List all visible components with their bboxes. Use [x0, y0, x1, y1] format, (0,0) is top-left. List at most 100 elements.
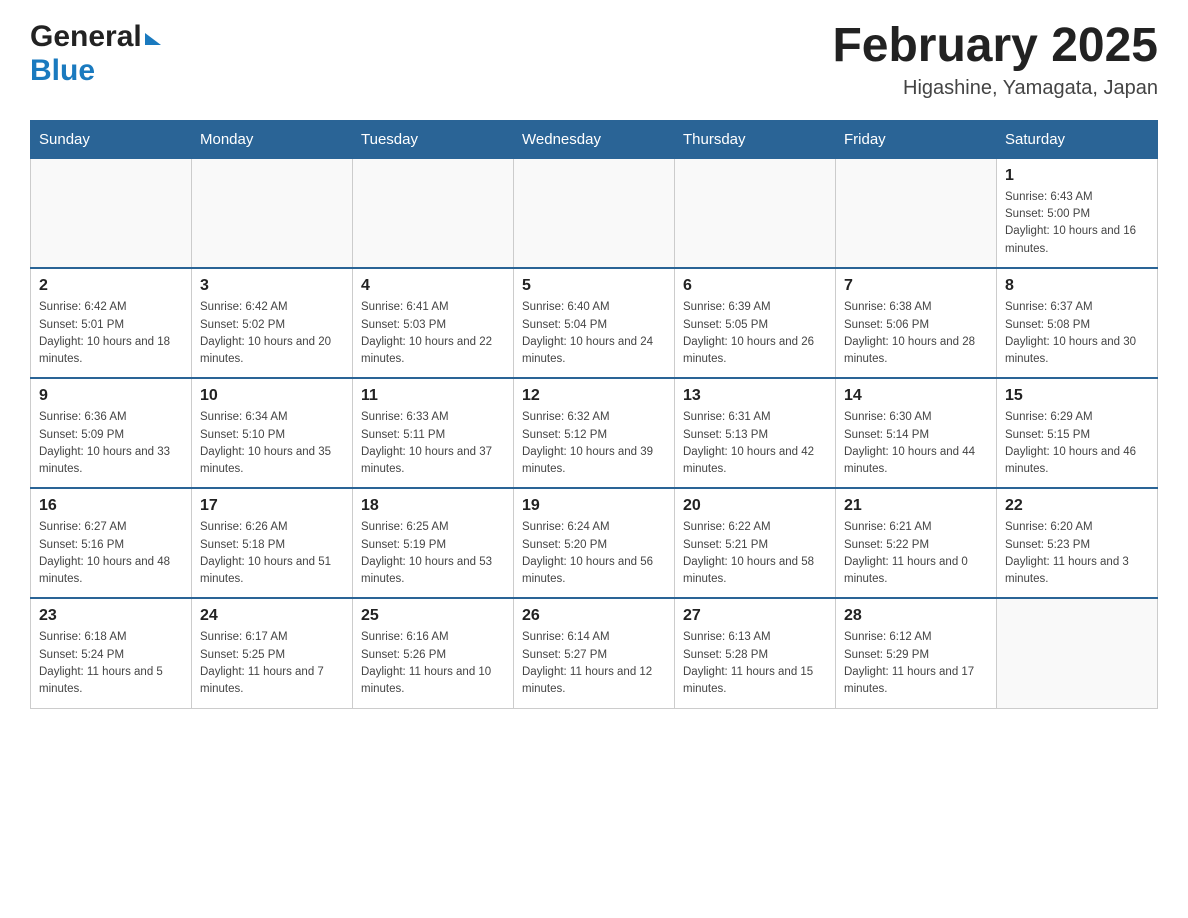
calendar-cell	[675, 158, 836, 268]
calendar-cell: 7Sunrise: 6:38 AMSunset: 5:06 PMDaylight…	[836, 268, 997, 378]
calendar-week-row: 9Sunrise: 6:36 AMSunset: 5:09 PMDaylight…	[31, 378, 1158, 488]
calendar-cell: 9Sunrise: 6:36 AMSunset: 5:09 PMDaylight…	[31, 378, 192, 488]
title-section: February 2025 Higashine, Yamagata, Japan	[832, 20, 1158, 100]
cell-sun-info: Sunrise: 6:14 AMSunset: 5:27 PMDaylight:…	[522, 629, 666, 698]
cell-day-number: 11	[361, 387, 505, 405]
logo: General Blue	[30, 20, 161, 88]
calendar-cell	[836, 158, 997, 268]
calendar-cell: 10 Sunrise: 6:34 AMSunset: 5:10 PMDayligh…	[192, 378, 353, 488]
calendar-header-row: SundayMondayTuesdayWednesdayThursdayFrid…	[31, 120, 1158, 158]
cell-day-number: 12	[522, 387, 666, 405]
cell-sun-info: Sunrise: 6:16 AMSunset: 5:26 PMDaylight:…	[361, 629, 505, 698]
cell-day-number: 18	[361, 497, 505, 515]
calendar-cell: 8 Sunrise: 6:37 AMSunset: 5:08 PMDaylight…	[997, 268, 1158, 378]
calendar-cell: 12 Sunrise: 6:32 AMSunset: 5:12 PMDayligh…	[514, 378, 675, 488]
calendar-cell: 13 Sunrise: 6:31 AMSunset: 5:13 PMDayligh…	[675, 378, 836, 488]
calendar-cell: 19Sunrise: 6:24 AMSunset: 5:20 PMDayligh…	[514, 488, 675, 598]
cell-day-number: 28	[844, 607, 988, 625]
cell-day-number: 1	[1005, 167, 1149, 185]
calendar-week-row: 2 Sunrise: 6:42 AMSunset: 5:01 PMDaylight…	[31, 268, 1158, 378]
cell-sun-info: Sunrise: 6:30 AMSunset: 5:14 PMDaylight:…	[844, 409, 988, 478]
calendar-cell: 11 Sunrise: 6:33 AMSunset: 5:11 PMDayligh…	[353, 378, 514, 488]
cell-day-number: 5	[522, 277, 666, 295]
cell-day-number: 17	[200, 497, 344, 515]
calendar-cell	[514, 158, 675, 268]
calendar-table: SundayMondayTuesdayWednesdayThursdayFrid…	[30, 120, 1158, 709]
calendar-cell	[31, 158, 192, 268]
calendar-cell	[997, 598, 1158, 708]
cell-sun-info: Sunrise: 6:39 AMSunset: 5:05 PMDaylight:…	[683, 299, 827, 368]
cell-sun-info: Sunrise: 6:27 AMSunset: 5:16 PMDaylight:…	[39, 519, 183, 588]
calendar-cell: 2 Sunrise: 6:42 AMSunset: 5:01 PMDaylight…	[31, 268, 192, 378]
day-header-monday: Monday	[192, 120, 353, 158]
cell-day-number: 9	[39, 387, 183, 405]
cell-sun-info: Sunrise: 6:26 AMSunset: 5:18 PMDaylight:…	[200, 519, 344, 588]
calendar-cell: 4 Sunrise: 6:41 AMSunset: 5:03 PMDaylight…	[353, 268, 514, 378]
cell-sun-info: Sunrise: 6:32 AMSunset: 5:12 PMDaylight:…	[522, 409, 666, 478]
cell-sun-info: Sunrise: 6:42 AMSunset: 5:02 PMDaylight:…	[200, 299, 344, 368]
cell-day-number: 25	[361, 607, 505, 625]
cell-sun-info: Sunrise: 6:31 AMSunset: 5:13 PMDaylight:…	[683, 409, 827, 478]
cell-sun-info: Sunrise: 6:25 AMSunset: 5:19 PMDaylight:…	[361, 519, 505, 588]
cell-sun-info: Sunrise: 6:34 AMSunset: 5:10 PMDaylight:…	[200, 409, 344, 478]
cell-day-number: 16	[39, 497, 183, 515]
day-header-wednesday: Wednesday	[514, 120, 675, 158]
cell-sun-info: Sunrise: 6:12 AMSunset: 5:29 PMDaylight:…	[844, 629, 988, 698]
cell-day-number: 6	[683, 277, 827, 295]
calendar-week-row: 23Sunrise: 6:18 AMSunset: 5:24 PMDayligh…	[31, 598, 1158, 708]
cell-day-number: 20	[683, 497, 827, 515]
day-header-friday: Friday	[836, 120, 997, 158]
location-title: Higashine, Yamagata, Japan	[832, 77, 1158, 100]
calendar-cell: 5 Sunrise: 6:40 AMSunset: 5:04 PMDaylight…	[514, 268, 675, 378]
calendar-cell: 26Sunrise: 6:14 AMSunset: 5:27 PMDayligh…	[514, 598, 675, 708]
cell-sun-info: Sunrise: 6:18 AMSunset: 5:24 PMDaylight:…	[39, 629, 183, 698]
cell-day-number: 10	[200, 387, 344, 405]
calendar-cell: 18 Sunrise: 6:25 AMSunset: 5:19 PMDayligh…	[353, 488, 514, 598]
calendar-week-row: 16 Sunrise: 6:27 AMSunset: 5:16 PMDayligh…	[31, 488, 1158, 598]
cell-day-number: 2	[39, 277, 183, 295]
calendar-cell: 23Sunrise: 6:18 AMSunset: 5:24 PMDayligh…	[31, 598, 192, 708]
day-header-tuesday: Tuesday	[353, 120, 514, 158]
cell-sun-info: Sunrise: 6:24 AMSunset: 5:20 PMDaylight:…	[522, 519, 666, 588]
calendar-cell	[192, 158, 353, 268]
cell-sun-info: Sunrise: 6:20 AMSunset: 5:23 PMDaylight:…	[1005, 519, 1149, 588]
day-header-sunday: Sunday	[31, 120, 192, 158]
cell-sun-info: Sunrise: 6:40 AMSunset: 5:04 PMDaylight:…	[522, 299, 666, 368]
cell-sun-info: Sunrise: 6:42 AMSunset: 5:01 PMDaylight:…	[39, 299, 183, 368]
calendar-cell: 14 Sunrise: 6:30 AMSunset: 5:14 PMDayligh…	[836, 378, 997, 488]
logo-arrow-icon	[145, 33, 161, 45]
cell-sun-info: Sunrise: 6:33 AMSunset: 5:11 PMDaylight:…	[361, 409, 505, 478]
calendar-cell: 22 Sunrise: 6:20 AMSunset: 5:23 PMDayligh…	[997, 488, 1158, 598]
calendar-cell: 20 Sunrise: 6:22 AMSunset: 5:21 PMDayligh…	[675, 488, 836, 598]
cell-sun-info: Sunrise: 6:41 AMSunset: 5:03 PMDaylight:…	[361, 299, 505, 368]
cell-day-number: 3	[200, 277, 344, 295]
calendar-cell: 21Sunrise: 6:21 AMSunset: 5:22 PMDayligh…	[836, 488, 997, 598]
calendar-cell: 3 Sunrise: 6:42 AMSunset: 5:02 PMDaylight…	[192, 268, 353, 378]
cell-day-number: 24	[200, 607, 344, 625]
cell-day-number: 22	[1005, 497, 1149, 515]
day-header-thursday: Thursday	[675, 120, 836, 158]
logo-blue-text: Blue	[30, 54, 95, 87]
cell-sun-info: Sunrise: 6:13 AMSunset: 5:28 PMDaylight:…	[683, 629, 827, 698]
calendar-week-row: 1 Sunrise: 6:43 AMSunset: 5:00 PMDaylight…	[31, 158, 1158, 268]
cell-sun-info: Sunrise: 6:43 AMSunset: 5:00 PMDaylight:…	[1005, 189, 1149, 258]
calendar-cell: 17 Sunrise: 6:26 AMSunset: 5:18 PMDayligh…	[192, 488, 353, 598]
logo-general-text: General	[30, 20, 142, 54]
calendar-cell: 25 Sunrise: 6:16 AMSunset: 5:26 PMDayligh…	[353, 598, 514, 708]
page-header: General Blue February 2025 Higashine, Ya…	[30, 20, 1158, 100]
cell-day-number: 4	[361, 277, 505, 295]
cell-sun-info: Sunrise: 6:21 AMSunset: 5:22 PMDaylight:…	[844, 519, 988, 588]
calendar-cell: 28 Sunrise: 6:12 AMSunset: 5:29 PMDayligh…	[836, 598, 997, 708]
cell-sun-info: Sunrise: 6:37 AMSunset: 5:08 PMDaylight:…	[1005, 299, 1149, 368]
cell-day-number: 27	[683, 607, 827, 625]
cell-day-number: 14	[844, 387, 988, 405]
cell-sun-info: Sunrise: 6:22 AMSunset: 5:21 PMDaylight:…	[683, 519, 827, 588]
cell-sun-info: Sunrise: 6:17 AMSunset: 5:25 PMDaylight:…	[200, 629, 344, 698]
cell-sun-info: Sunrise: 6:29 AMSunset: 5:15 PMDaylight:…	[1005, 409, 1149, 478]
cell-day-number: 13	[683, 387, 827, 405]
cell-day-number: 8	[1005, 277, 1149, 295]
day-header-saturday: Saturday	[997, 120, 1158, 158]
calendar-cell	[353, 158, 514, 268]
calendar-cell: 27 Sunrise: 6:13 AMSunset: 5:28 PMDayligh…	[675, 598, 836, 708]
cell-day-number: 7	[844, 277, 988, 295]
